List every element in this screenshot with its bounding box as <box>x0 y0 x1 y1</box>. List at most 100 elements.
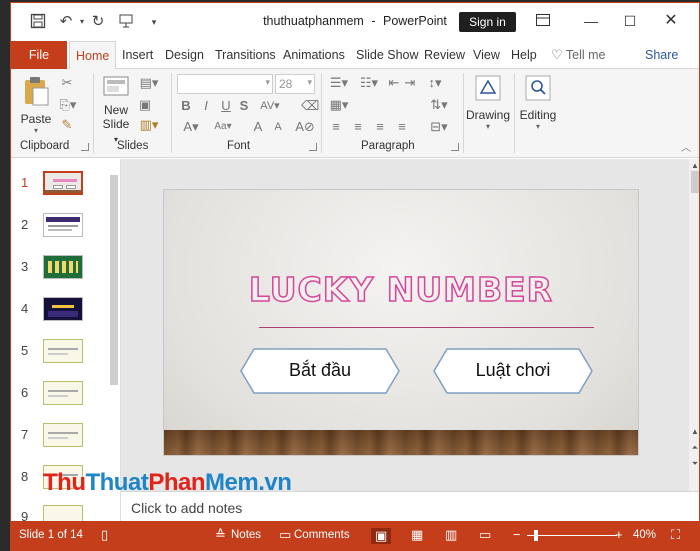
font-launcher-clear-icon[interactable]: ⌫ <box>301 98 319 114</box>
editing-button[interactable]: Editing ▾ <box>516 75 560 131</box>
copy-icon[interactable]: ⎘▾ <box>57 97 79 113</box>
line-spacing-icon[interactable]: ↕▾ <box>423 75 447 91</box>
tab-file[interactable]: File <box>11 41 67 69</box>
thumbnail-slide-7[interactable]: 7 <box>11 421 111 457</box>
text-direction-icon[interactable]: ⇅▾ <box>427 97 451 113</box>
paste-dropdown-icon[interactable]: ▾ <box>19 126 53 135</box>
save-icon[interactable] <box>29 13 47 31</box>
scroll-up-arrow-icon[interactable]: ▲ <box>689 427 699 436</box>
numbering-icon[interactable]: ☷▾ <box>357 75 381 91</box>
tab-home[interactable]: Home <box>69 41 117 70</box>
clipboard-launcher-icon[interactable] <box>81 143 89 151</box>
ribbon-display-options-icon[interactable] <box>528 9 558 33</box>
slide-canvas[interactable]: LUCKY NUMBER Bắt đầu Luật chơi <box>163 189 639 456</box>
comments-icon[interactable]: ▭ <box>279 528 291 542</box>
clear-formatting-button[interactable]: A⊘ <box>295 119 315 135</box>
tab-design[interactable]: Design <box>165 41 204 69</box>
next-slide-icon[interactable]: ⏷ <box>689 459 699 469</box>
redo-icon[interactable]: ↻ <box>89 13 107 31</box>
font-name-dropdown-icon[interactable]: ▾ <box>265 77 270 88</box>
collapse-ribbon-icon[interactable]: ︿ <box>679 141 693 157</box>
editor-scrollbar[interactable]: ▲ ▲ ⏶ ⏷ <box>689 159 699 491</box>
new-slide-button[interactable]: New Slide ▾ <box>99 75 133 145</box>
zoom-level[interactable]: 40% <box>633 529 656 541</box>
tell-me-search[interactable]: ♡ Tell me <box>551 41 606 69</box>
zoom-out-icon[interactable]: − <box>513 528 521 542</box>
font-size-dropdown-icon[interactable]: ▾ <box>307 77 312 88</box>
thumbnail-slide-3[interactable]: 3 <box>11 253 111 289</box>
drawing-button[interactable]: Drawing ▾ <box>466 75 510 131</box>
tab-animations[interactable]: Animations <box>283 41 345 69</box>
reset-icon[interactable]: ▣ <box>137 97 153 113</box>
drawing-dropdown-icon[interactable]: ▾ <box>466 122 510 131</box>
accessibility-icon[interactable]: ▯ <box>101 528 108 542</box>
character-spacing-button[interactable]: AV▾ <box>255 98 285 114</box>
align-right-icon[interactable]: ≡ <box>373 119 387 135</box>
tab-view[interactable]: View <box>473 41 500 69</box>
shrink-font-button[interactable]: A <box>271 119 285 135</box>
italic-button[interactable]: I <box>199 98 213 114</box>
thumbnail-slide-6[interactable]: 6 <box>11 379 111 415</box>
thumbnail-slide-2[interactable]: 2 <box>11 211 111 247</box>
font-color-button[interactable]: A▾ <box>179 119 203 135</box>
rules-button[interactable]: Luật chơi <box>433 348 593 394</box>
minimize-icon[interactable]: — <box>576 9 606 33</box>
thumbnail-slide-9[interactable]: 9 <box>11 503 111 521</box>
bold-button[interactable]: B <box>179 98 193 114</box>
shadow-button[interactable]: S <box>237 98 251 114</box>
reading-view-icon[interactable]: ▥ <box>445 528 457 542</box>
sign-in-button[interactable]: Sign in <box>459 12 516 32</box>
font-name-box[interactable]: ▾ <box>177 74 273 94</box>
columns-icon[interactable]: ▦▾ <box>327 97 351 113</box>
close-icon[interactable]: ✕ <box>656 9 686 33</box>
previous-slide-icon[interactable]: ⏶ <box>689 443 699 453</box>
align-text-icon[interactable]: ⊟▾ <box>427 119 451 135</box>
start-button[interactable]: Bắt đầu <box>240 348 400 394</box>
notes-placeholder[interactable]: Click to add notes <box>131 500 242 516</box>
slide-title[interactable]: LUCKY NUMBER <box>164 269 638 310</box>
slide-show-icon[interactable]: ▭ <box>479 528 491 542</box>
tab-transitions[interactable]: Transitions <box>215 41 276 69</box>
font-launcher-icon[interactable] <box>309 143 317 151</box>
paste-button[interactable]: Paste ▾ <box>19 75 53 137</box>
normal-view-icon[interactable]: ▣ <box>371 528 392 544</box>
section-icon[interactable]: ▥▾ <box>137 117 161 133</box>
grow-font-button[interactable]: A <box>251 119 265 135</box>
decrease-indent-icon[interactable]: ⇤ <box>387 75 401 91</box>
thumbnail-slide-5[interactable]: 5 <box>11 337 111 373</box>
font-case-button[interactable]: Aa▾ <box>211 119 235 135</box>
font-size-box[interactable]: 28 ▾ <box>275 74 315 94</box>
customize-toolbar-icon[interactable]: ▾ <box>145 13 163 31</box>
present-from-start-icon[interactable] <box>117 13 135 31</box>
align-left-icon[interactable]: ≡ <box>329 119 343 135</box>
format-painter-icon[interactable]: ✎ <box>59 117 75 133</box>
increase-indent-icon[interactable]: ⇥ <box>403 75 417 91</box>
thumbnail-slide-1[interactable]: 1 <box>11 169 111 205</box>
tab-help[interactable]: Help <box>511 41 537 69</box>
thumbnail-slide-4[interactable]: 4 <box>11 295 111 331</box>
slide-sorter-icon[interactable]: ▦ <box>411 528 423 542</box>
comments-button[interactable]: Comments <box>294 529 350 541</box>
zoom-slider[interactable] <box>527 535 617 536</box>
tab-insert[interactable]: Insert <box>122 41 153 69</box>
zoom-slider-thumb[interactable] <box>534 530 538 541</box>
thumbnails-scrollbar[interactable] <box>109 163 119 517</box>
notes-icon[interactable]: ≙ <box>215 528 226 542</box>
zoom-in-icon[interactable]: + <box>615 528 623 542</box>
bullets-icon[interactable]: ☰▾ <box>327 75 351 91</box>
thumbnails-scroll-thumb[interactable] <box>110 175 118 385</box>
editing-dropdown-icon[interactable]: ▾ <box>516 122 560 131</box>
align-center-icon[interactable]: ≡ <box>351 119 365 135</box>
editor-scroll-thumb[interactable] <box>691 171 699 193</box>
notes-button[interactable]: Notes <box>231 529 261 541</box>
tab-review[interactable]: Review <box>424 41 465 69</box>
share-button[interactable]: Share <box>645 41 678 69</box>
paragraph-launcher-icon[interactable] <box>451 143 459 151</box>
tab-slide-show[interactable]: Slide Show <box>356 41 419 69</box>
fit-to-window-icon[interactable]: ⛶ <box>671 528 680 542</box>
layout-icon[interactable]: ▤▾ <box>137 75 161 91</box>
underline-button[interactable]: U <box>219 98 233 114</box>
scroll-up-icon[interactable]: ▲ <box>689 161 699 170</box>
maximize-icon[interactable]: ☐ <box>615 9 645 33</box>
cut-icon[interactable]: ✂ <box>59 75 75 91</box>
